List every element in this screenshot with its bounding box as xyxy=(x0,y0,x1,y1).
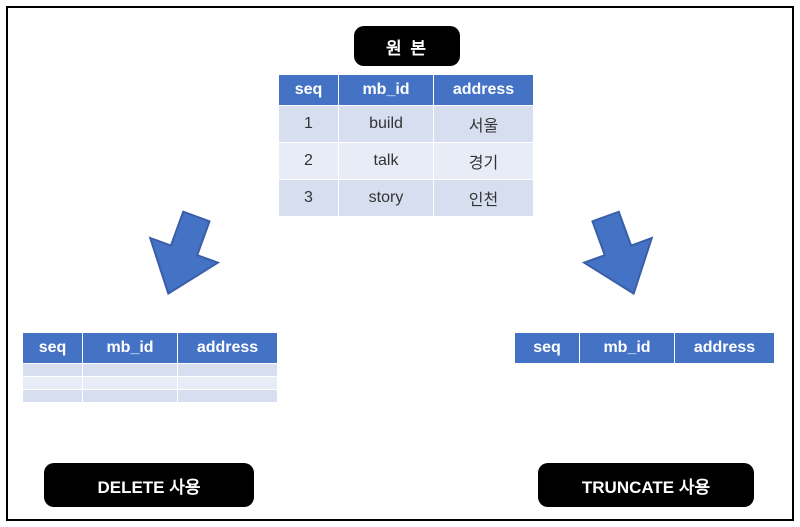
delete-label: DELETE 사용 xyxy=(44,463,254,507)
cell: 3 xyxy=(279,180,339,217)
col-address: address xyxy=(178,333,278,364)
col-seq: seq xyxy=(23,333,83,364)
cell: 경기 xyxy=(434,143,534,180)
table-row xyxy=(23,364,278,377)
cell: story xyxy=(339,180,434,217)
table-row: 1 build 서울 xyxy=(279,106,534,143)
cell xyxy=(23,377,83,390)
col-mb-id: mb_id xyxy=(339,75,434,106)
cell: 인천 xyxy=(434,180,534,217)
cell xyxy=(83,364,178,377)
cell xyxy=(23,364,83,377)
table-row: 3 story 인천 xyxy=(279,180,534,217)
cell xyxy=(178,390,278,403)
table-row xyxy=(23,377,278,390)
arrow-down-left-icon xyxy=(134,208,230,304)
cell xyxy=(23,390,83,403)
cell xyxy=(178,364,278,377)
delete-result-table: seq mb_id address xyxy=(22,332,278,403)
col-seq: seq xyxy=(279,75,339,106)
truncate-result-table: seq mb_id address xyxy=(514,332,775,364)
cell: build xyxy=(339,106,434,143)
col-mb-id: mb_id xyxy=(580,333,675,364)
table-header-row: seq mb_id address xyxy=(515,333,775,364)
cell: 서울 xyxy=(434,106,534,143)
cell: talk xyxy=(339,143,434,180)
diagram-frame: 원 본 seq mb_id address 1 build 서울 2 talk … xyxy=(6,6,794,521)
original-label: 원 본 xyxy=(354,26,460,66)
table-header-row: seq mb_id address xyxy=(23,333,278,364)
truncate-label: TRUNCATE 사용 xyxy=(538,463,754,507)
cell xyxy=(83,377,178,390)
col-seq: seq xyxy=(515,333,580,364)
table-row xyxy=(23,390,278,403)
arrow-down-right-icon xyxy=(572,208,668,304)
table-row: 2 talk 경기 xyxy=(279,143,534,180)
original-table: seq mb_id address 1 build 서울 2 talk 경기 3… xyxy=(278,74,534,217)
col-address: address xyxy=(434,75,534,106)
cell xyxy=(178,377,278,390)
cell: 1 xyxy=(279,106,339,143)
col-address: address xyxy=(675,333,775,364)
col-mb-id: mb_id xyxy=(83,333,178,364)
cell: 2 xyxy=(279,143,339,180)
table-header-row: seq mb_id address xyxy=(279,75,534,106)
cell xyxy=(83,390,178,403)
